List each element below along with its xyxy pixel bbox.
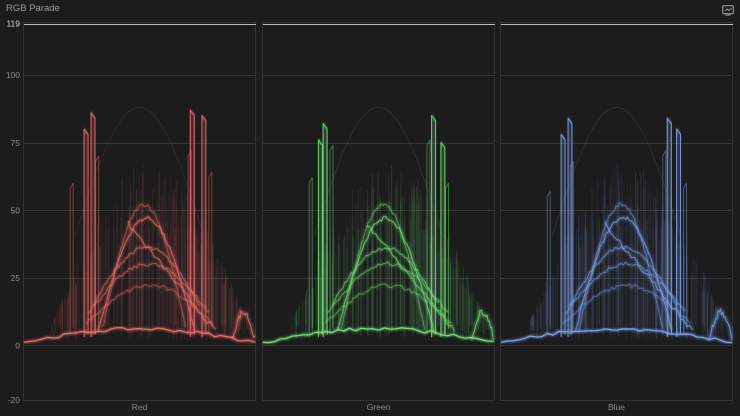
rgb-parade-window: RGB Parade 119 100 75 50 25 0 -20 Red Gr… [0,0,740,416]
green-channel-label: Green [367,402,391,412]
tick-label-0: 0 [15,341,20,351]
tick-label-119: 119 [6,19,20,29]
tick-label-minus20: -20 [8,395,21,405]
red-waveform [23,106,257,344]
parade-scope: 119 100 75 50 25 0 -20 Red Green Blue [6,19,734,412]
scale-labels: 119 100 75 50 25 0 -20 [6,19,20,406]
tick-label-100: 100 [6,70,20,80]
green-panel-frame [262,22,495,401]
tick-label-25: 25 [11,273,21,283]
blue-channel-label: Blue [608,402,625,412]
red-channel-label: Red [132,402,148,412]
blue-waveform [500,106,734,345]
tick-label-50: 50 [11,206,21,216]
tick-label-75: 75 [11,138,21,148]
green-waveform [262,106,496,345]
